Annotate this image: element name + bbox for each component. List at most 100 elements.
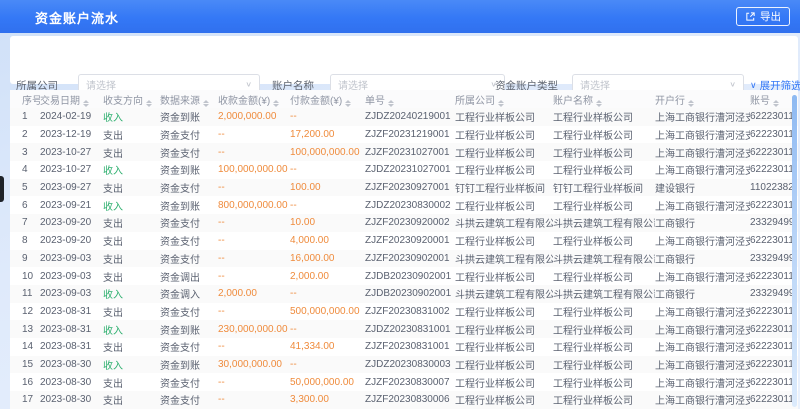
- table-cell: 上海工商银行漕河泾支行: [655, 161, 750, 179]
- table-cell: 2023-08-30: [40, 373, 103, 391]
- table-cell: 17: [10, 391, 40, 409]
- table-cell: 上海工商银行漕河泾支行: [655, 338, 750, 356]
- table-cell: 工程行业样板公司: [553, 126, 655, 144]
- table-cell: 100,000,000.00: [290, 143, 365, 161]
- sort-icon[interactable]: [596, 100, 602, 107]
- table-cell: 上海工商银行漕河泾支行: [655, 320, 750, 338]
- table-cell: 62223011: [750, 143, 798, 161]
- table-row: 162023-08-30支出资金支付--50,000,000.00ZJZF202…: [10, 373, 798, 391]
- table-cell: 资金支付: [160, 126, 218, 144]
- table-cell: 收入: [103, 161, 160, 179]
- export-button[interactable]: 导出: [736, 7, 790, 26]
- table-row: 112023-09-03收入资金调入2,000.00--ZJDB20230902…: [10, 285, 798, 303]
- column-header-7[interactable]: 所属公司: [455, 90, 553, 108]
- table-cell: 11022382: [750, 179, 798, 197]
- table-row: 152023-08-30收入资金到账30,000,000.00--ZJDZ202…: [10, 356, 798, 374]
- column-header-5[interactable]: 付款金额(¥): [290, 90, 365, 108]
- sort-icon[interactable]: [388, 100, 394, 107]
- column-header-2[interactable]: 收支方向: [103, 90, 160, 108]
- table-cell: --: [218, 303, 290, 321]
- vertical-scrollbar[interactable]: [792, 95, 797, 407]
- table-cell: ZJDZ20230830003: [365, 356, 455, 374]
- sort-icon[interactable]: [688, 100, 694, 107]
- table-cell: ZJZF20230831001: [365, 338, 455, 356]
- table-cell: 资金支付: [160, 232, 218, 250]
- table-cell: --: [218, 250, 290, 268]
- top-header-bar: 资金账户流水 导出: [0, 0, 800, 33]
- table-cell: 2023-08-30: [40, 391, 103, 409]
- table-cell: 230,000,000.00: [218, 320, 290, 338]
- table-row: 172023-08-30支出资金支付--3,300.00ZJZF20230830…: [10, 391, 798, 409]
- table-cell: ZJDZ20230831001: [365, 320, 455, 338]
- table-cell: 9: [10, 250, 40, 268]
- table-cell: 工程行业样板公司: [455, 143, 553, 161]
- table-cell: 62223011: [750, 320, 798, 338]
- table-cell: 62223011: [750, 196, 798, 214]
- table-cell: 工程行业样板公司: [455, 232, 553, 250]
- table-row: 82023-09-20支出资金支付--4,000.00ZJZF202309200…: [10, 232, 798, 250]
- table-cell: --: [290, 196, 365, 214]
- sort-icon[interactable]: [146, 100, 152, 107]
- table-cell: 斗拱云建筑工程有限公司: [455, 285, 553, 303]
- table-cell: 2023-08-31: [40, 303, 103, 321]
- table-cell: --: [290, 320, 365, 338]
- table-cell: ZJDZ20240219001: [365, 108, 455, 126]
- table-cell: 10: [10, 267, 40, 285]
- sort-icon[interactable]: [345, 100, 351, 107]
- table-cell: 斗拱云建筑工程有限公司: [455, 250, 553, 268]
- table-row: 62023-09-21收入资金到账800,000,000.00--ZJDZ202…: [10, 196, 798, 214]
- table-cell: 4,000.00: [290, 232, 365, 250]
- table-cell: 工程行业样板公司: [553, 232, 655, 250]
- table-cell: 2023-09-20: [40, 214, 103, 232]
- table-cell: --: [290, 356, 365, 374]
- sort-icon[interactable]: [498, 100, 504, 107]
- table-cell: 2024-02-19: [40, 108, 103, 126]
- table-cell: 支出: [103, 391, 160, 409]
- table-cell: 上海工商银行漕河泾支行: [655, 108, 750, 126]
- table-cell: 2023-10-27: [40, 143, 103, 161]
- table-cell: 资金到账: [160, 161, 218, 179]
- column-header-1[interactable]: 交易日期: [40, 90, 103, 108]
- table-cell: --: [218, 126, 290, 144]
- table-cell: 资金到账: [160, 108, 218, 126]
- table-cell: ZJZF20231027001: [365, 143, 455, 161]
- table-cell: 工程行业样板公司: [553, 303, 655, 321]
- table-cell: 2023-12-19: [40, 126, 103, 144]
- sort-icon[interactable]: [203, 100, 209, 107]
- column-header-4[interactable]: 收款金额(¥): [218, 90, 290, 108]
- table-cell: 62223011: [750, 126, 798, 144]
- table-cell: 23329499: [750, 250, 798, 268]
- table-cell: 钉钉工程行业样板间: [455, 179, 553, 197]
- column-header-6[interactable]: 单号: [365, 90, 455, 108]
- column-header-8[interactable]: 账户名称: [553, 90, 655, 108]
- column-header-3[interactable]: 数据来源: [160, 90, 218, 108]
- table-cell: 上海工商银行漕河泾支行: [655, 196, 750, 214]
- table-cell: ZJZF20230902001: [365, 250, 455, 268]
- table-cell: 支出: [103, 143, 160, 161]
- table-cell: 支出: [103, 303, 160, 321]
- table-cell: 62223011: [750, 373, 798, 391]
- table-cell: 工程行业样板公司: [455, 126, 553, 144]
- column-header-9[interactable]: 开户行: [655, 90, 750, 108]
- table-cell: 62223011: [750, 391, 798, 409]
- side-panel-handle[interactable]: [0, 176, 4, 202]
- column-header-10[interactable]: 账号: [750, 90, 798, 108]
- table-cell: --: [218, 391, 290, 409]
- sort-icon[interactable]: [83, 100, 89, 107]
- table-cell: 收入: [103, 196, 160, 214]
- table-cell: 资金到账: [160, 196, 218, 214]
- table-row: 52023-09-27支出资金支付--100.00ZJZF20230927001…: [10, 179, 798, 197]
- table-cell: --: [218, 143, 290, 161]
- table-cell: 500,000,000.00: [290, 303, 365, 321]
- table-cell: 2023-09-20: [40, 232, 103, 250]
- table-cell: 资金支付: [160, 303, 218, 321]
- table-cell: 上海工商银行漕河泾支行: [655, 373, 750, 391]
- table-cell: 10.00: [290, 214, 365, 232]
- table-cell: 收入: [103, 320, 160, 338]
- table-cell: --: [218, 179, 290, 197]
- table-cell: 收入: [103, 108, 160, 126]
- sort-icon[interactable]: [273, 100, 279, 107]
- sort-icon[interactable]: [773, 100, 779, 107]
- table-cell: 2,000,000.00: [218, 108, 290, 126]
- table-cell: 资金支付: [160, 214, 218, 232]
